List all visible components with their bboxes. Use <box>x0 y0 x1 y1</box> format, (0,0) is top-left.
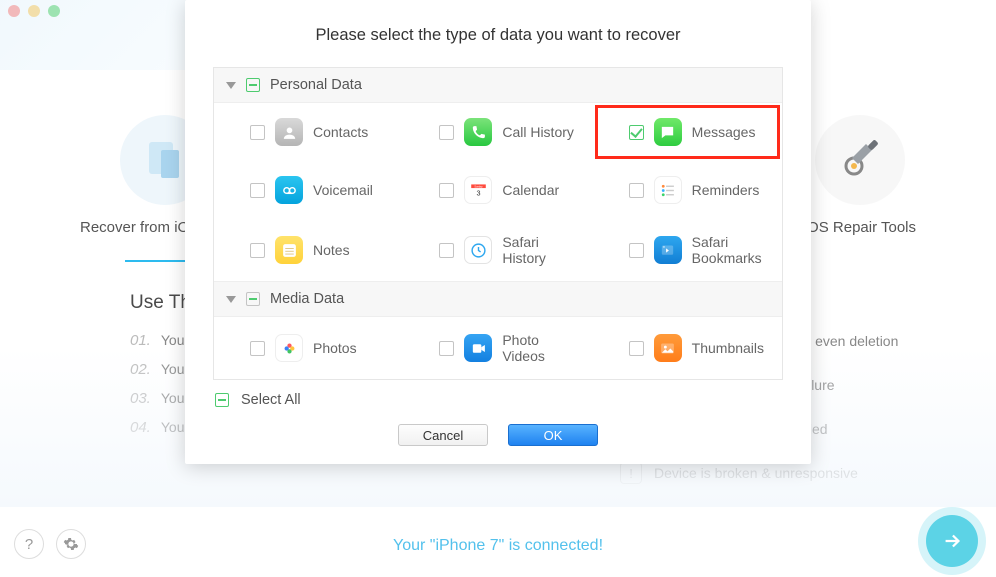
category-label: Media Data <box>270 291 344 307</box>
category-checkbox[interactable] <box>246 78 260 92</box>
item-checkbox[interactable] <box>250 243 265 258</box>
item-checkbox[interactable] <box>629 341 644 356</box>
tools-icon <box>815 115 905 205</box>
chevron-down-icon <box>226 296 236 303</box>
data-type-modal: Please select the type of data you want … <box>185 0 811 464</box>
category-grid-personal: Contacts Call History Messages Voicemail Sun… <box>214 103 782 281</box>
connection-status: Your "iPhone 7" is connected! <box>0 537 996 555</box>
item-checkbox[interactable] <box>250 341 265 356</box>
item-label: Safari History <box>502 234 580 266</box>
item-checkbox[interactable] <box>439 183 454 198</box>
category-header-media[interactable]: Media Data <box>214 281 782 317</box>
data-item-notes[interactable]: Notes <box>214 219 403 281</box>
item-label: Voicemail <box>313 182 373 198</box>
item-label: Messages <box>692 124 756 140</box>
ok-button[interactable]: OK <box>508 424 598 446</box>
modal-button-row: Cancel OK <box>185 412 811 446</box>
data-item-contacts[interactable]: Contacts <box>214 103 403 161</box>
data-item-reminders[interactable]: Reminders <box>593 161 782 219</box>
select-all-label: Select All <box>241 392 301 408</box>
category-header-personal[interactable]: Personal Data <box>214 68 782 103</box>
item-label: Calendar <box>502 182 559 198</box>
mode-label-right: iOS Repair Tools <box>804 219 916 236</box>
call-icon <box>464 118 492 146</box>
select-all-checkbox[interactable] <box>215 393 229 407</box>
data-item-photos[interactable]: Photos <box>214 317 403 379</box>
msg-icon <box>654 118 682 146</box>
svg-text:3: 3 <box>476 188 480 197</box>
pvideo-icon <box>464 334 492 362</box>
data-item-thumbs[interactable]: Thumbnails <box>593 317 782 379</box>
mode-repair-tools[interactable]: iOS Repair Tools <box>804 115 916 236</box>
cancel-button[interactable]: Cancel <box>398 424 488 446</box>
item-checkbox[interactable] <box>439 125 454 140</box>
photos-icon <box>275 334 303 362</box>
safh-icon <box>464 236 492 264</box>
data-item-callhist[interactable]: Call History <box>403 103 592 161</box>
item-checkbox[interactable] <box>439 341 454 356</box>
data-item-safhist[interactable]: Safari History <box>403 219 592 281</box>
notes-icon <box>275 236 303 264</box>
modal-title: Please select the type of data you want … <box>185 0 811 67</box>
select-all-row[interactable]: Select All <box>185 380 811 412</box>
item-label: Photos <box>313 340 357 356</box>
data-item-messages[interactable]: Messages <box>593 103 782 161</box>
data-item-calendar[interactable]: Sunday3 Calendar <box>403 161 592 219</box>
help-button[interactable]: ? <box>14 529 44 559</box>
item-checkbox[interactable] <box>629 125 644 140</box>
settings-button[interactable] <box>56 529 86 559</box>
arrow-right-icon <box>941 530 963 552</box>
item-label: Contacts <box>313 124 368 140</box>
data-item-pvideos[interactable]: Photo Videos <box>403 317 592 379</box>
safb-icon <box>654 236 682 264</box>
category-panel: Personal Data Contacts Call History Messag… <box>213 67 783 380</box>
item-checkbox[interactable] <box>629 243 644 258</box>
item-label: Thumbnails <box>692 340 764 356</box>
thumb-icon <box>654 334 682 362</box>
item-label: Notes <box>313 242 350 258</box>
item-label: Reminders <box>692 182 760 198</box>
chevron-down-icon <box>226 82 236 89</box>
category-label: Personal Data <box>270 77 362 93</box>
item-label: Photo Videos <box>502 332 580 364</box>
gear-icon <box>63 536 79 552</box>
item-checkbox[interactable] <box>250 183 265 198</box>
rem-icon <box>654 176 682 204</box>
item-label: Safari Bookmarks <box>692 234 770 266</box>
category-grid-media: Photos Photo Videos Thumbnails <box>214 317 782 379</box>
item-label: Call History <box>502 124 574 140</box>
item-checkbox[interactable] <box>629 183 644 198</box>
cal-icon: Sunday3 <box>464 176 492 204</box>
category-checkbox[interactable] <box>246 292 260 306</box>
data-item-voicemail[interactable]: Voicemail <box>214 161 403 219</box>
item-checkbox[interactable] <box>250 125 265 140</box>
next-button[interactable] <box>926 515 978 567</box>
item-checkbox[interactable] <box>439 243 454 258</box>
contacts-icon <box>275 118 303 146</box>
data-item-safbook[interactable]: Safari Bookmarks <box>593 219 782 281</box>
vm-icon <box>275 176 303 204</box>
